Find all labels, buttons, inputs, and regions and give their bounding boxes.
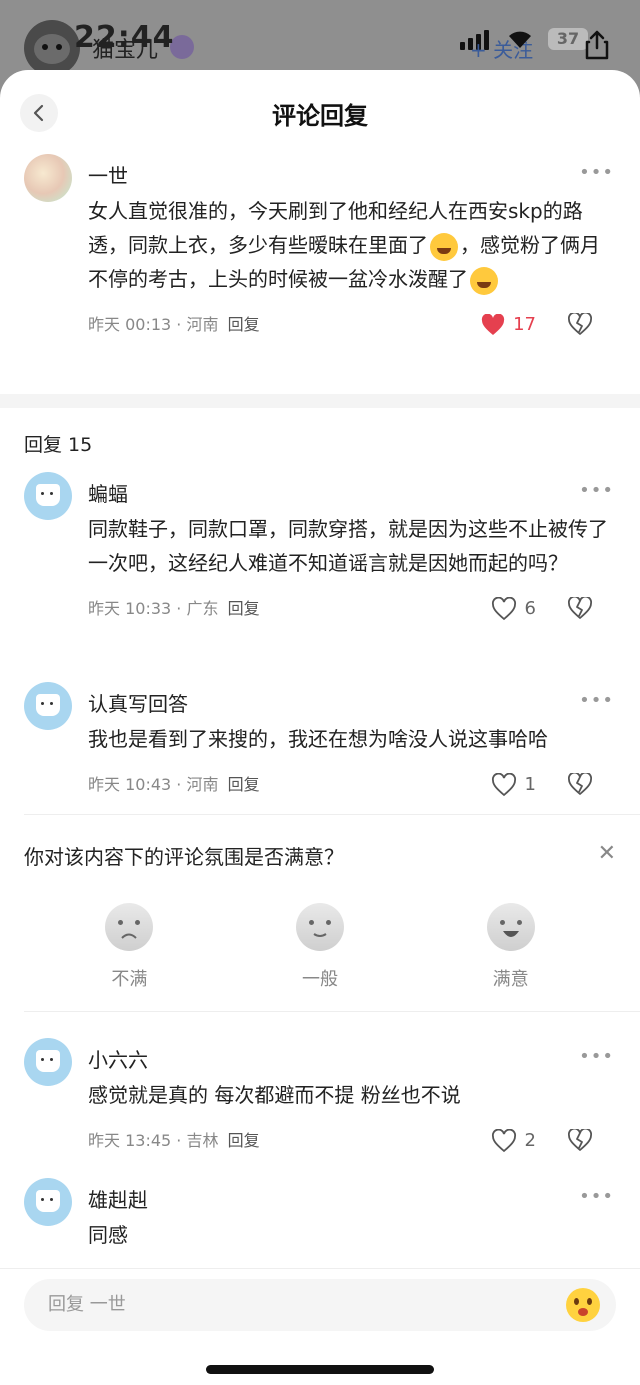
page-title: 评论回复 [272,102,368,130]
more-icon[interactable]: ••• [579,690,614,711]
comment-meta: 昨天 13:45 · 吉林 回复 2 [88,1126,616,1156]
more-icon[interactable]: ••• [579,480,614,501]
comment-meta: 昨天 00:13 · 河南 回复 17 [88,310,616,340]
comment-text: 感觉就是真的 每次都避而不提 粉丝也不说 [88,1083,461,1107]
reply-button[interactable]: 回复 [228,775,260,794]
heart-filled-icon [481,314,505,335]
more-icon[interactable]: ••• [579,1186,614,1207]
like-count: 17 [513,314,536,335]
like-button[interactable]: 1 [491,770,536,800]
comment-reply-sheet: 评论回复 一世 ••• 女人直觉很准的，今天刷到了他和经纪人在西安skp的路透，… [0,70,640,1385]
dislike-icon[interactable] [568,771,592,797]
option-label: 满意 [492,969,529,990]
survey-option-neutral[interactable]: 一般 [260,903,380,991]
battery-indicator: 37 [548,28,588,50]
heart-outline-icon [491,773,516,797]
comment-meta: 昨天 10:43 · 河南 回复 1 [88,770,616,800]
sheet-header: 评论回复 [0,70,640,154]
comment-location: 广东 [186,599,219,618]
like-count: 1 [524,774,536,795]
grin-emoji-icon [470,266,498,295]
comment-text: 同款鞋子，同款口罩，同款穿搭，就是因为这些不止被传了一次吧，这经纪人难道不知道谣… [88,517,608,575]
satisfaction-survey: 你对该内容下的评论氛围是否满意？ ✕ 不满 一般 满意 [0,815,640,1011]
main-comment: 一世 ••• 女人直觉很准的，今天刷到了他和经纪人在西安skp的路透，同款上衣，… [0,154,640,394]
comment-author[interactable]: 一世 [88,154,616,188]
comment-text: 同感 [88,1223,128,1247]
section-divider [0,394,640,408]
reply-item: 蝙蝠 ••• 同款鞋子，同款口罩，同款穿搭，就是因为这些不止被传了一次吧，这经纪… [0,472,640,682]
close-icon[interactable]: ✕ [598,841,616,866]
share-icon[interactable] [584,30,610,60]
option-label: 不满 [111,969,148,990]
reply-button[interactable]: 回复 [228,599,260,618]
dislike-icon[interactable] [568,311,592,337]
clock-time: 22:44 [74,20,175,55]
survey-title: 你对该内容下的评论氛围是否满意？ [24,845,344,869]
laugh-cry-emoji-icon [430,232,458,261]
comment-time: 昨天 13:45 [88,1131,172,1150]
like-button[interactable]: 6 [491,594,536,624]
emoji-picker-icon[interactable] [566,1288,600,1322]
option-label: 一般 [301,969,338,990]
comment-author[interactable]: 小六六 [88,1038,616,1072]
more-icon[interactable]: ••• [579,162,614,183]
divider [24,1011,640,1012]
reply-input-bar: 回复 一世 [0,1268,640,1385]
neutral-face-icon [295,903,344,951]
comment-author[interactable]: 雄赳赳 [88,1178,616,1212]
avatar[interactable] [24,1038,72,1086]
dislike-icon[interactable] [568,1127,592,1153]
more-icon[interactable]: ••• [579,1046,614,1067]
reply-item: 小六六 ••• 感觉就是真的 每次都避而不提 粉丝也不说 昨天 13:45 · … [0,1038,640,1178]
comment-text: 女人直觉很准的，今天刷到了他和经纪人在西安skp的路透，同款上衣，多少有些暧昧在… [88,194,616,296]
like-count: 2 [524,1130,536,1151]
wifi-icon [505,26,535,56]
survey-option-satisfied[interactable]: 满意 [451,903,571,991]
heart-outline-icon [491,597,516,621]
avatar[interactable] [24,1178,72,1226]
survey-options: 不满 一般 满意 [24,903,616,991]
reply-button[interactable]: 回复 [228,315,260,334]
reply-count: 回复 15 [24,434,93,456]
comment-meta: 昨天 10:33 · 广东 回复 6 [88,594,616,624]
comment-time: 昨天 10:33 [88,599,172,618]
reply-input[interactable]: 回复 一世 [24,1279,616,1331]
reply-item: 雄赳赳 ••• 同感 [0,1178,640,1278]
avatar[interactable] [24,682,72,730]
comment-location: 河南 [186,775,219,794]
like-button[interactable]: 2 [491,1126,536,1156]
reply-button[interactable]: 回复 [228,1131,260,1150]
reply-item: 认真写回答 ••• 我也是看到了来搜的，我还在想为啥没人说这事哈哈 昨天 10:… [0,682,640,810]
comment-text: 我也是看到了来搜的，我还在想为啥没人说这事哈哈 [88,727,548,751]
comment-location: 吉林 [186,1131,219,1150]
author-avatar[interactable] [24,20,80,76]
heart-outline-icon [491,1129,516,1153]
comment-time: 昨天 10:43 [88,775,172,794]
comment-time: 昨天 00:13 [88,315,172,334]
like-count: 6 [524,598,536,619]
survey-option-unsatisfied[interactable]: 不满 [69,903,189,991]
avatar[interactable] [24,472,72,520]
avatar[interactable] [24,154,72,202]
comment-location: 河南 [186,315,219,334]
comment-author[interactable]: 认真写回答 [88,682,616,716]
like-button[interactable]: 17 [481,310,536,340]
sad-face-icon [105,903,154,951]
home-indicator [206,1365,434,1374]
happy-face-icon [486,903,535,951]
comment-author[interactable]: 蝙蝠 [88,472,616,506]
dislike-icon[interactable] [568,595,592,621]
